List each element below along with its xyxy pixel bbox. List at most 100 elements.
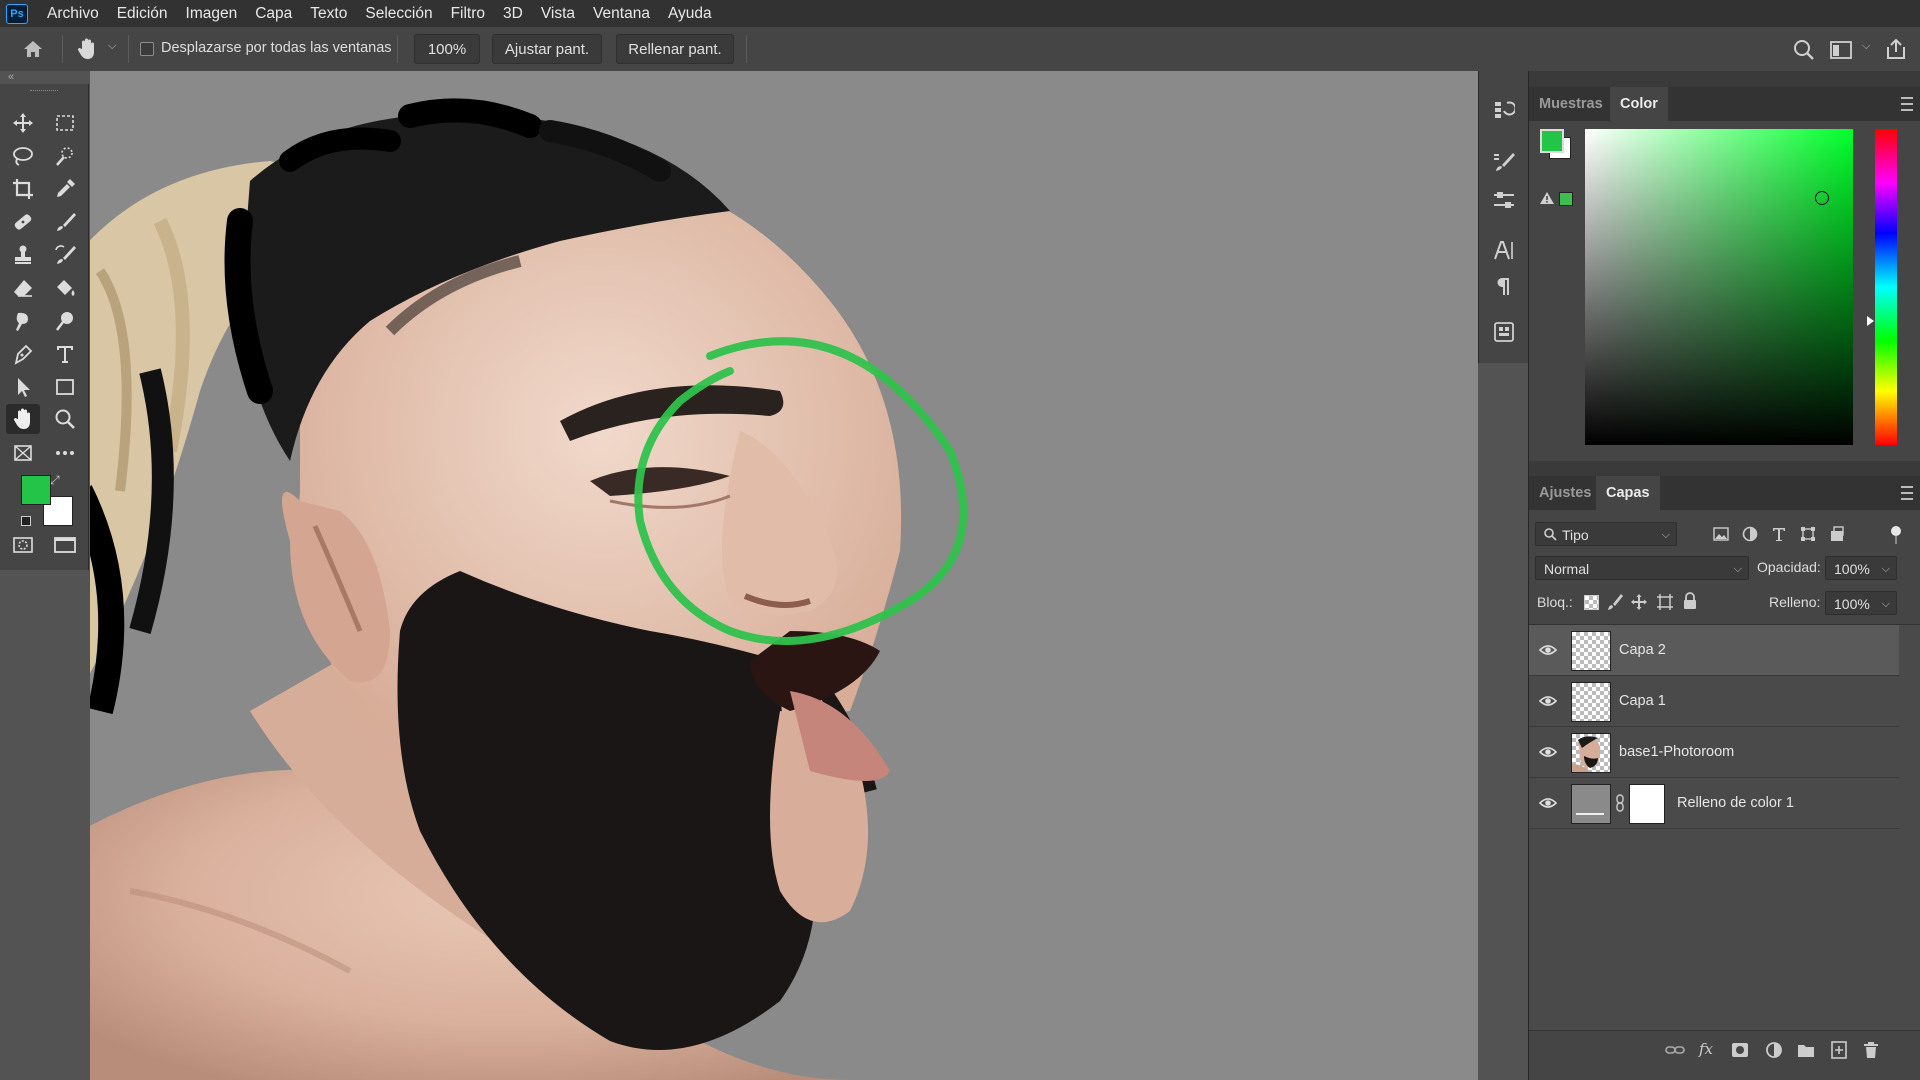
menu-3d[interactable]: 3D	[494, 0, 532, 27]
fill-layer-thumbnail[interactable]	[1571, 784, 1611, 824]
brush-tool-icon[interactable]	[48, 207, 82, 237]
dodge-tool-icon[interactable]	[48, 306, 82, 336]
menu-seleccion[interactable]: Selección	[356, 0, 441, 27]
link-layers-icon[interactable]	[1665, 1043, 1685, 1057]
history-panel-icon[interactable]	[1489, 95, 1519, 125]
fit-screen-button[interactable]: Ajustar pant.	[492, 34, 602, 64]
menu-vista[interactable]: Vista	[532, 0, 584, 27]
filter-smart-object-icon[interactable]	[1829, 526, 1845, 542]
brush-settings-panel-icon[interactable]	[1489, 147, 1519, 177]
visibility-eye-icon[interactable]	[1539, 794, 1557, 812]
eraser-tool-icon[interactable]	[6, 273, 40, 303]
layer-name[interactable]: Relleno de color 1	[1677, 778, 1794, 828]
pen-tool-icon[interactable]	[6, 339, 40, 369]
home-icon[interactable]	[22, 39, 44, 59]
clone-stamp-tool-icon[interactable]	[6, 240, 40, 270]
quick-mask-icon[interactable]	[6, 530, 40, 560]
swap-colors-icon[interactable]: ⤢	[50, 473, 60, 488]
link-chain-icon[interactable]	[1615, 794, 1625, 812]
lock-all-icon[interactable]	[1683, 592, 1697, 610]
workspace-chevron-icon[interactable]: ⌵	[1862, 40, 1870, 53]
menu-archivo[interactable]: Archivo	[38, 0, 108, 27]
layer-thumbnail-photo[interactable]	[1571, 733, 1611, 773]
lock-artboard-icon[interactable]	[1656, 593, 1674, 611]
layer-name[interactable]: Capa 2	[1619, 625, 1666, 675]
layer-name[interactable]: base1-Photoroom	[1619, 727, 1734, 777]
layer-effects-fx-icon[interactable]: fx	[1699, 1040, 1713, 1058]
layer-row-capa-2[interactable]: Capa 2	[1529, 625, 1899, 676]
toolbar-grip[interactable]	[30, 90, 58, 93]
new-group-folder-icon[interactable]	[1797, 1042, 1815, 1058]
foreground-color-swatch[interactable]	[21, 475, 51, 505]
fill-screen-button[interactable]: Rellenar pant.	[616, 34, 734, 64]
layer-row-base1-photoroom[interactable]: base1-Photoroom	[1529, 727, 1899, 778]
lock-position-icon[interactable]	[1630, 593, 1648, 611]
layers-panel-menu-icon[interactable]	[1901, 486, 1913, 500]
menu-filtro[interactable]: Filtro	[442, 0, 494, 27]
lasso-tool-icon[interactable]	[6, 141, 40, 171]
menu-ventana[interactable]: Ventana	[584, 0, 659, 27]
filter-adjustment-icon[interactable]	[1742, 526, 1758, 542]
share-icon[interactable]	[1885, 37, 1907, 61]
opacity-field[interactable]: 100% ⌵	[1825, 556, 1897, 580]
photoshop-logo[interactable]: Ps	[6, 3, 28, 24]
filter-shape-icon[interactable]	[1800, 526, 1816, 542]
filter-type-icon[interactable]	[1772, 526, 1786, 542]
scroll-all-checkbox[interactable]	[140, 42, 154, 56]
tab-color[interactable]: Color	[1610, 87, 1668, 121]
chevron-down-icon[interactable]: ⌵	[108, 40, 116, 53]
smudge-tool-icon[interactable]	[6, 306, 40, 336]
new-adjustment-layer-icon[interactable]	[1765, 1041, 1783, 1059]
tab-capas[interactable]: Capas	[1596, 476, 1660, 510]
add-mask-icon[interactable]	[1731, 1042, 1749, 1058]
canvas-area[interactable]	[90, 71, 1478, 1080]
panel-fg-swatch[interactable]	[1540, 129, 1564, 153]
adjustments-panel-icon[interactable]	[1489, 185, 1519, 215]
crop-tool-icon[interactable]	[6, 174, 40, 204]
layer-mask-thumbnail[interactable]	[1629, 784, 1665, 824]
zoom-tool-icon[interactable]	[48, 404, 82, 434]
tab-muestras[interactable]: Muestras	[1529, 87, 1613, 121]
workspace-icon[interactable]	[1830, 40, 1852, 60]
tab-ajustes[interactable]: Ajustes	[1529, 476, 1601, 510]
menu-ayuda[interactable]: Ayuda	[659, 0, 721, 27]
layer-thumbnail[interactable]	[1571, 682, 1611, 722]
layer-row-capa-1[interactable]: Capa 1	[1529, 676, 1899, 727]
out-of-gamut-warning-icon[interactable]	[1539, 191, 1555, 205]
layer-thumbnail[interactable]	[1571, 631, 1611, 671]
menu-texto[interactable]: Texto	[301, 0, 356, 27]
default-colors-icon[interactable]	[21, 516, 31, 526]
filter-pixel-icon[interactable]	[1713, 527, 1729, 541]
lock-image-icon[interactable]	[1607, 593, 1623, 611]
search-icon[interactable]	[1793, 39, 1815, 61]
hand-tool-preset-icon[interactable]	[76, 37, 98, 61]
visibility-eye-icon[interactable]	[1539, 641, 1557, 659]
blend-mode-select[interactable]: Normal ⌵	[1535, 556, 1749, 580]
visibility-eye-icon[interactable]	[1539, 692, 1557, 710]
fill-field[interactable]: 100% ⌵	[1825, 591, 1897, 615]
menu-capa[interactable]: Capa	[246, 0, 301, 27]
rectangle-tool-icon[interactable]	[48, 372, 82, 402]
hue-slider[interactable]	[1875, 129, 1897, 445]
color-panel-menu-icon[interactable]	[1901, 97, 1913, 111]
history-brush-tool-icon[interactable]	[48, 240, 82, 270]
menu-imagen[interactable]: Imagen	[177, 0, 247, 27]
saturation-brightness-field[interactable]	[1585, 129, 1853, 445]
paragraph-panel-icon[interactable]	[1489, 271, 1519, 301]
lock-transparent-icon[interactable]	[1584, 595, 1599, 610]
move-tool-icon[interactable]	[6, 108, 40, 138]
new-layer-icon[interactable]	[1831, 1041, 1847, 1059]
screen-mode-icon[interactable]	[48, 530, 82, 560]
quick-selection-tool-icon[interactable]	[48, 141, 82, 171]
hue-slider-handle[interactable]	[1867, 316, 1874, 326]
libraries-panel-icon[interactable]	[1489, 317, 1519, 347]
gamut-swatch[interactable]	[1559, 192, 1573, 206]
eyedropper-tool-icon[interactable]	[48, 174, 82, 204]
marquee-tool-icon[interactable]	[48, 108, 82, 138]
more-tools-icon[interactable]	[48, 438, 82, 468]
filter-toggle[interactable]	[1891, 526, 1901, 536]
hand-tool-icon[interactable]	[6, 404, 40, 434]
character-panel-icon[interactable]	[1489, 235, 1519, 265]
zoom-value-field[interactable]: 100%	[414, 34, 480, 64]
visibility-eye-icon[interactable]	[1539, 743, 1557, 761]
